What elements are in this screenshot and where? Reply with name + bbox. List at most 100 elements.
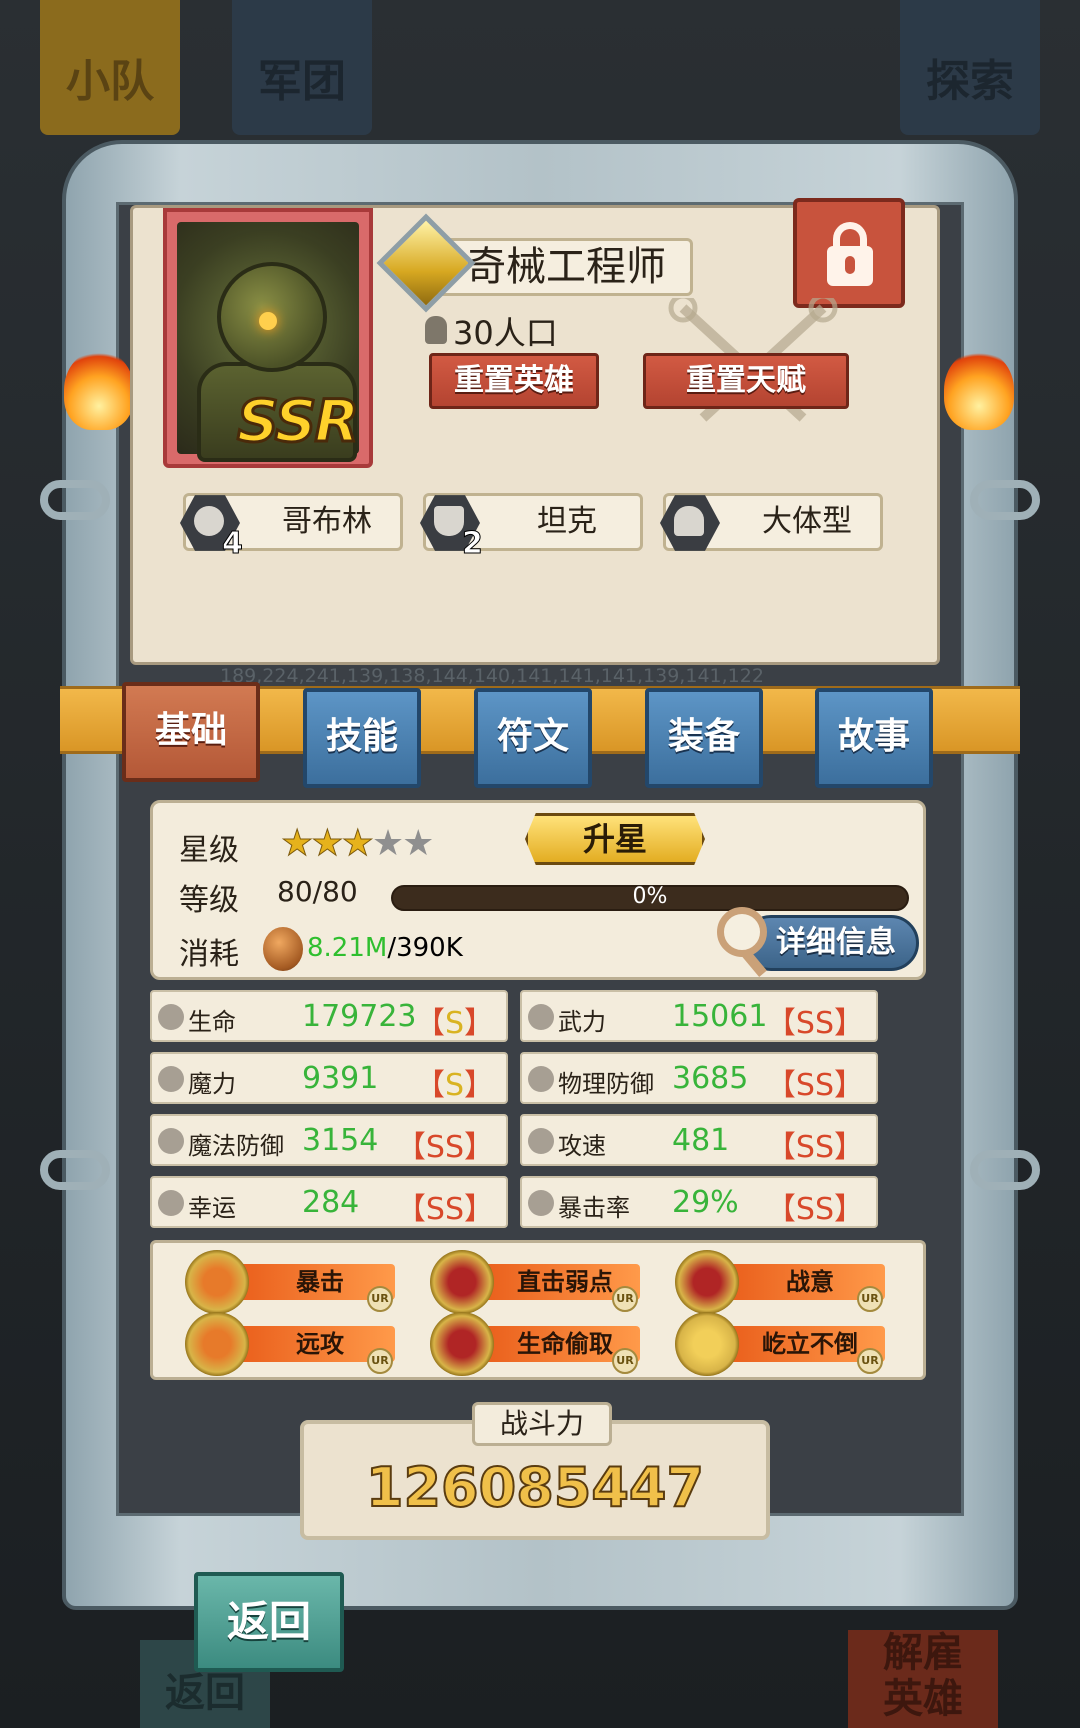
tag-large-size[interactable]: 大体型 bbox=[660, 493, 883, 551]
skill-badge: UR bbox=[857, 1286, 883, 1312]
basic-info-panel: 星级 ★★★★★ 升星 等级 80/80 0% 消耗 8.21M/390K 详细… bbox=[150, 800, 926, 980]
attribute-row: 暴击率 29% 【SS】 bbox=[520, 1176, 878, 1228]
combat-power-box: 战斗力 126085447 bbox=[300, 1402, 770, 1540]
shield-icon bbox=[528, 1066, 554, 1092]
level-label: 等级 bbox=[179, 883, 239, 918]
attribute-grade: 【SS】 bbox=[395, 1130, 494, 1165]
attribute-grade: 【SS】 bbox=[765, 1192, 864, 1227]
cost-label: 消耗 bbox=[179, 937, 239, 972]
clover-icon bbox=[158, 1190, 184, 1216]
bg-tab-squad: 小队 bbox=[40, 0, 180, 135]
attribute-row: 攻速 481 【SS】 bbox=[520, 1114, 878, 1166]
hero-name: 奇械工程师 bbox=[433, 238, 693, 296]
attribute-grade: 【SS】 bbox=[395, 1192, 494, 1227]
cost-value: 8.21M/390K bbox=[307, 933, 463, 963]
cost-need: /390K bbox=[387, 933, 463, 963]
skill-badge: UR bbox=[367, 1286, 393, 1312]
tag-label: 坦克 bbox=[537, 504, 597, 539]
reset-talent-button[interactable]: 重置天赋 bbox=[643, 353, 849, 409]
chain-icon bbox=[970, 1150, 1040, 1190]
attribute-value: 481 bbox=[672, 1123, 730, 1158]
sword-icon bbox=[528, 1004, 554, 1030]
rarity-badge: SSR bbox=[235, 386, 360, 457]
attribute-value: 284 bbox=[302, 1185, 360, 1220]
skill-item[interactable]: 暴击 UR bbox=[185, 1250, 395, 1314]
bg-tab-legion: 军团 bbox=[232, 0, 372, 135]
upgrade-star-button[interactable]: 升星 bbox=[525, 813, 705, 865]
attribute-grade: 【SS】 bbox=[765, 1006, 864, 1041]
skill-icon bbox=[675, 1250, 739, 1314]
skill-icon bbox=[185, 1312, 249, 1376]
bg-tab-explore: 探索 bbox=[900, 0, 1040, 135]
torch-right-icon bbox=[944, 350, 1014, 430]
bg-dismiss-hero-button: 解雇 英雄 bbox=[848, 1630, 998, 1728]
attribute-value: 29% bbox=[672, 1185, 739, 1220]
skill-badge: UR bbox=[612, 1348, 638, 1374]
tag-label: 哥布林 bbox=[282, 504, 372, 539]
attribute-row: 物理防御 3685 【SS】 bbox=[520, 1052, 878, 1104]
tag-goblin[interactable]: 4 哥布林 bbox=[180, 493, 403, 562]
hero-card: SSR 奇械工程师 30人口 重置英雄 重置天赋 4 哥布林 2 坦克 大体型 bbox=[130, 198, 940, 665]
level-value: 80/80 bbox=[277, 875, 358, 908]
attribute-name: 攻速 bbox=[558, 1132, 606, 1160]
attribute-name: 幸运 bbox=[188, 1194, 236, 1222]
star-icon: ★ bbox=[311, 823, 344, 865]
back-button[interactable]: 返回 bbox=[194, 1572, 344, 1672]
heart-icon bbox=[158, 1004, 184, 1030]
skill-badge: UR bbox=[612, 1286, 638, 1312]
star-icon: ★ bbox=[280, 823, 313, 865]
tab-story[interactable]: 故事 bbox=[815, 688, 933, 788]
magnifier-icon bbox=[717, 907, 767, 957]
chain-icon bbox=[40, 1150, 110, 1190]
skill-item[interactable]: 战意 UR bbox=[675, 1250, 885, 1314]
skill-icon bbox=[185, 1250, 249, 1314]
skill-badge: UR bbox=[367, 1348, 393, 1374]
skill-item[interactable]: 生命偷取 UR bbox=[430, 1312, 640, 1376]
attribute-row: 生命 179723 【S】 bbox=[150, 990, 508, 1042]
robot-eye bbox=[259, 312, 277, 330]
skill-item[interactable]: 屹立不倒 UR bbox=[675, 1312, 885, 1376]
attribute-grade: 【S】 bbox=[414, 1006, 494, 1041]
sparkle-icon bbox=[158, 1066, 184, 1092]
skill-icon bbox=[430, 1312, 494, 1376]
attribute-value: 15061 bbox=[672, 999, 768, 1034]
hero-detail-screen: 小队 军团 探索 返回 解雇 英雄 SSR 奇械工程师 30人口 重置英雄 重置… bbox=[0, 0, 1080, 1728]
burst-icon bbox=[528, 1190, 554, 1216]
attribute-value: 179723 bbox=[302, 999, 417, 1034]
skill-item[interactable]: 远攻 UR bbox=[185, 1312, 395, 1376]
attribute-name: 暴击率 bbox=[558, 1194, 630, 1222]
attribute-row: 幸运 284 【SS】 bbox=[150, 1176, 508, 1228]
skill-icon bbox=[430, 1250, 494, 1314]
debug-text: 189,224,241,139,138,144,140,141,141,141,… bbox=[220, 665, 764, 687]
fist-icon bbox=[528, 1128, 554, 1154]
rank-gem-icon bbox=[376, 213, 476, 313]
reset-hero-button[interactable]: 重置英雄 bbox=[429, 353, 599, 409]
population-icon bbox=[425, 316, 447, 344]
attribute-grade: 【SS】 bbox=[765, 1068, 864, 1103]
tab-skills[interactable]: 技能 bbox=[303, 688, 421, 788]
attribute-row: 魔法防御 3154 【SS】 bbox=[150, 1114, 508, 1166]
tag-count: 2 bbox=[462, 526, 484, 562]
star-rating: ★★★★★ bbox=[280, 823, 434, 865]
torch-left-icon bbox=[64, 350, 134, 430]
attribute-name: 魔力 bbox=[188, 1070, 236, 1098]
tab-runes[interactable]: 符文 bbox=[474, 688, 592, 788]
attribute-name: 魔法防御 bbox=[188, 1132, 284, 1160]
skill-badge: UR bbox=[857, 1348, 883, 1374]
tab-basic[interactable]: 基础 bbox=[122, 682, 260, 782]
attribute-name: 物理防御 bbox=[558, 1070, 654, 1098]
tag-count: 4 bbox=[222, 526, 244, 562]
combat-power-label: 战斗力 bbox=[472, 1402, 612, 1446]
tab-equipment[interactable]: 装备 bbox=[645, 688, 763, 788]
attribute-value: 9391 bbox=[302, 1061, 379, 1096]
skill-item[interactable]: 直击弱点 UR bbox=[430, 1250, 640, 1314]
attribute-value: 3154 bbox=[302, 1123, 379, 1158]
tag-tank[interactable]: 2 坦克 bbox=[420, 493, 643, 562]
attribute-grade: 【SS】 bbox=[765, 1130, 864, 1165]
detail-info-button[interactable]: 详细信息 bbox=[743, 915, 919, 971]
star-label: 星级 bbox=[179, 833, 239, 868]
exp-percent: 0% bbox=[632, 884, 668, 909]
hero-portrait[interactable]: SSR bbox=[163, 208, 373, 468]
coin-icon bbox=[263, 927, 303, 971]
lock-button[interactable] bbox=[793, 198, 905, 308]
